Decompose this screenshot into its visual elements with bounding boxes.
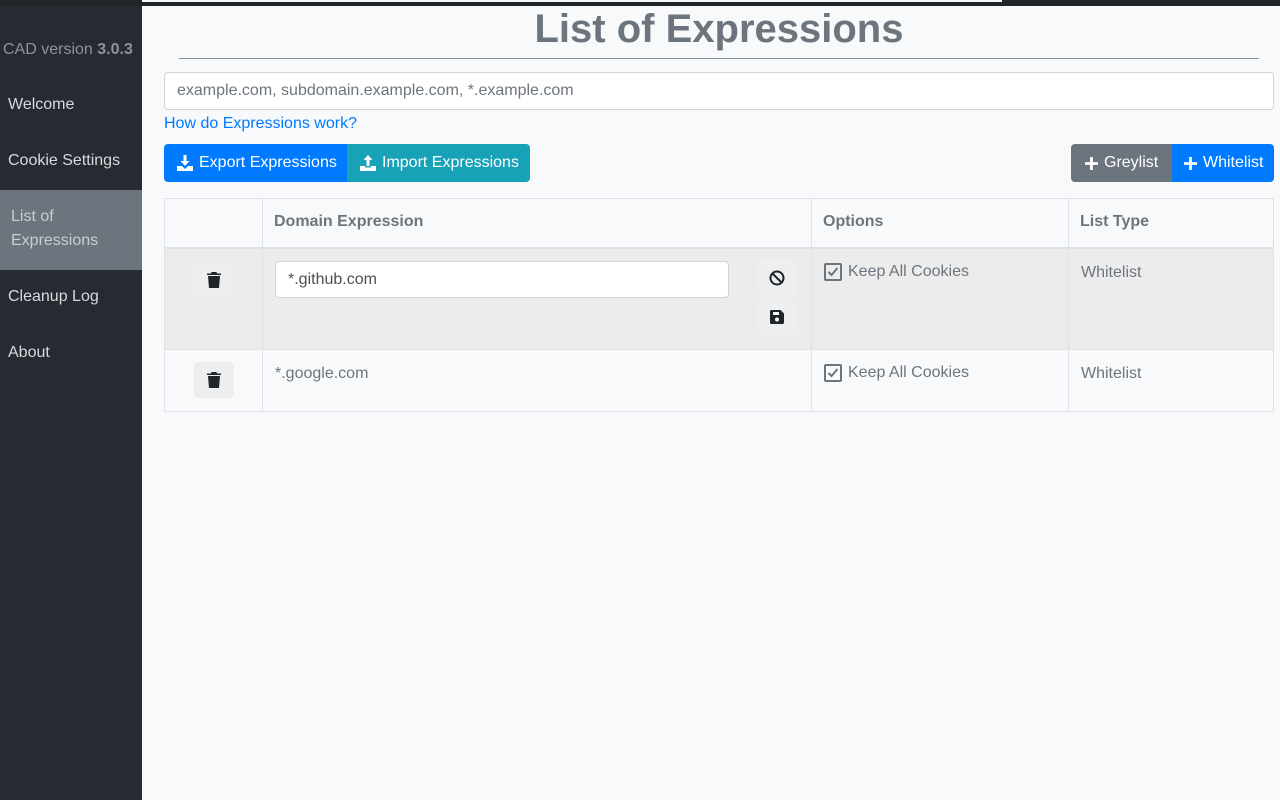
table-row-divider — [164, 349, 1274, 350]
import-label: Import Expressions — [382, 154, 519, 171]
table-header-divider — [164, 247, 1274, 249]
keep-all-cookies-checkbox[interactable] — [824, 263, 842, 281]
domain-expression-value[interactable]: *.google.com — [275, 364, 368, 384]
expression-input[interactable] — [164, 72, 1274, 110]
greylist-label: Greylist — [1104, 154, 1159, 171]
option-label: Keep All Cookies — [848, 364, 969, 381]
trash-icon — [207, 272, 221, 288]
version-number: 3.0.3 — [97, 41, 133, 58]
page-title: List of Expressions — [534, 7, 904, 51]
download-icon — [177, 155, 193, 171]
domain-expression-input[interactable] — [275, 261, 729, 298]
export-expressions-button[interactable]: Export Expressions — [164, 144, 347, 182]
check-icon — [827, 267, 839, 277]
header-options: Options — [823, 213, 884, 230]
top-bar-highlight — [142, 0, 1002, 2]
header-list-type: List Type — [1080, 213, 1150, 230]
import-expressions-button[interactable]: Import Expressions — [347, 144, 530, 182]
keep-all-cookies-checkbox[interactable] — [824, 364, 842, 382]
save-icon — [770, 310, 784, 324]
cancel-edit-button[interactable] — [757, 260, 797, 296]
add-whitelist-button[interactable]: Whitelist — [1172, 144, 1274, 182]
version-prefix: CAD version — [3, 41, 93, 58]
expressions-table: Domain Expression Options List Type Keep… — [164, 198, 1274, 413]
sidebar-item-list-of-expressions[interactable]: List of Expressions — [0, 190, 142, 270]
export-label: Export Expressions — [199, 154, 337, 171]
version-label: CAD version 3.0.3 — [3, 41, 133, 59]
title-divider — [179, 58, 1259, 59]
sidebar-item-welcome[interactable]: Welcome — [0, 93, 142, 117]
plus-icon — [1085, 156, 1098, 170]
delete-button[interactable] — [194, 262, 234, 298]
plus-icon — [1184, 156, 1197, 170]
sidebar-item-label: Welcome — [8, 96, 75, 113]
sidebar-item-label: Cleanup Log — [8, 288, 99, 305]
sidebar-item-cookie-settings[interactable]: Cookie Settings — [0, 149, 142, 173]
upload-icon — [360, 155, 376, 171]
trash-icon — [207, 372, 221, 388]
save-button[interactable] — [757, 299, 797, 335]
sidebar-item-label: Cookie Settings — [8, 152, 121, 169]
list-type-value: Whitelist — [1081, 264, 1142, 281]
sidebar-item-about[interactable]: About — [0, 341, 142, 365]
sidebar: CAD version 3.0.3 Welcome Cookie Setting… — [0, 6, 142, 800]
check-icon — [827, 368, 839, 378]
option-label: Keep All Cookies — [848, 263, 969, 280]
help-link[interactable]: How do Expressions work? — [164, 114, 357, 134]
sidebar-item-cleanup-log[interactable]: Cleanup Log — [0, 285, 142, 309]
whitelist-label: Whitelist — [1203, 154, 1264, 171]
sidebar-item-label: About — [8, 344, 50, 361]
sidebar-item-label: List of Expressions — [11, 208, 99, 249]
list-type-value: Whitelist — [1081, 365, 1142, 382]
header-domain-expression: Domain Expression — [274, 213, 424, 230]
add-greylist-button[interactable]: Greylist — [1071, 144, 1172, 182]
delete-button[interactable] — [194, 362, 234, 398]
ban-icon — [769, 270, 785, 286]
main-content: List of Expressions How do Expressions w… — [142, 6, 1280, 800]
